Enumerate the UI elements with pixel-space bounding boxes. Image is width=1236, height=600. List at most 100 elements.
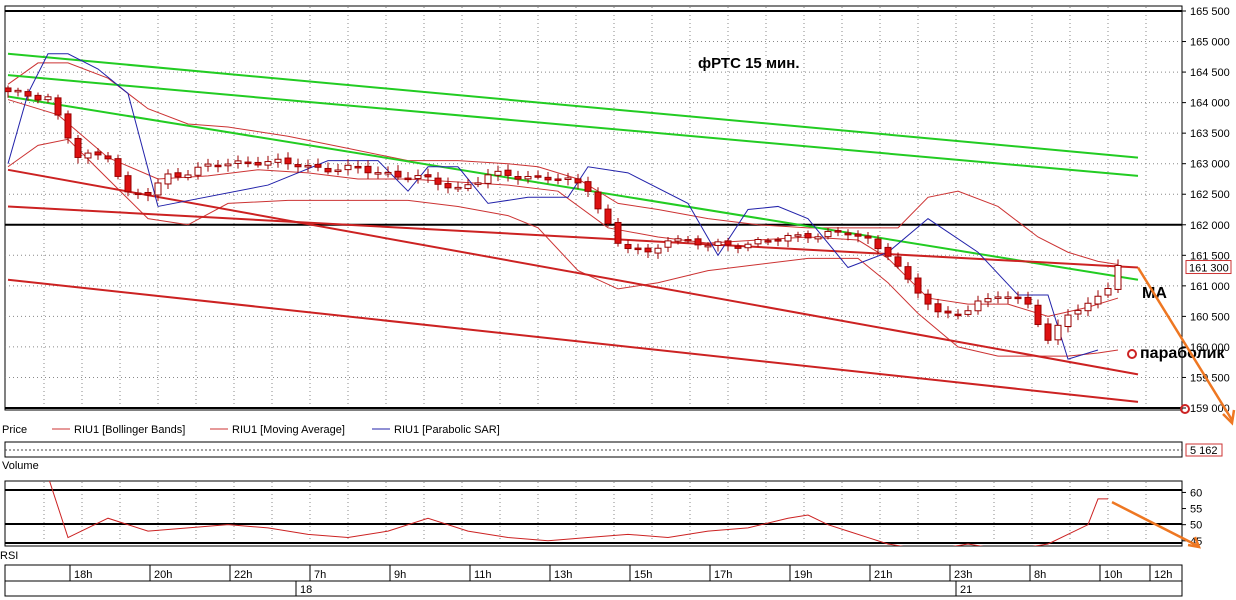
candle-down xyxy=(594,191,602,210)
candle-down xyxy=(424,174,432,178)
time-label-hour: 7h xyxy=(314,569,326,581)
price-tick-label: 164 500 xyxy=(1190,67,1230,79)
candle-down xyxy=(774,239,782,242)
candle-up xyxy=(374,172,382,175)
rsi-panel: 45505560 RSI xyxy=(0,480,1202,562)
candle-up xyxy=(1094,295,1102,305)
candle-down xyxy=(404,177,412,181)
legend: Price RIU1 [Bollinger Bands] RIU1 [Movin… xyxy=(2,424,500,436)
time-label-hour: 18h xyxy=(74,569,92,581)
legend-parabolic-sar: RIU1 [Parabolic SAR] xyxy=(394,424,500,436)
candle-down xyxy=(24,91,32,97)
price-tick-label: 163 000 xyxy=(1190,159,1230,171)
candle-up xyxy=(564,177,572,181)
candle-down xyxy=(724,240,732,246)
candle-down xyxy=(954,313,962,317)
candle-up xyxy=(454,186,462,190)
time-label-hour: 21h xyxy=(874,569,892,581)
candle-down xyxy=(284,157,292,165)
volume-panel: 5 162 Volume xyxy=(2,441,1223,472)
candle-up xyxy=(964,310,972,315)
candle-up xyxy=(994,296,1002,299)
candle-down xyxy=(114,158,122,177)
price-tick-label: 162 000 xyxy=(1190,220,1230,232)
candle-down xyxy=(934,303,942,313)
rsi-tick-label: 55 xyxy=(1190,504,1202,516)
time-label-day: 18 xyxy=(300,584,312,596)
legend-moving-average: RIU1 [Moving Average] xyxy=(232,424,345,436)
candle-down xyxy=(834,230,842,233)
time-label-hour: 20h xyxy=(154,569,172,581)
time-label-hour: 13h xyxy=(554,569,572,581)
candle-up xyxy=(984,298,992,303)
candle-down xyxy=(254,161,262,166)
chart-title: фРТС 15 мин. xyxy=(698,55,800,72)
candle-down xyxy=(624,243,632,250)
candle-up xyxy=(264,161,272,166)
trading-chart: 159 000159 500160 000160 500161 000161 5… xyxy=(0,5,1236,597)
candle-down xyxy=(514,175,522,180)
candle-up xyxy=(384,171,392,175)
candle-up xyxy=(674,238,682,242)
candle-down xyxy=(634,247,642,251)
candle-down xyxy=(904,266,912,280)
time-label-hour: 8h xyxy=(1034,569,1046,581)
candle-up xyxy=(654,247,662,254)
time-label-hour: 15h xyxy=(634,569,652,581)
rsi-tick-label: 50 xyxy=(1190,520,1202,532)
candle-down xyxy=(844,232,852,236)
candle-up xyxy=(274,158,282,163)
candle-down xyxy=(394,170,402,178)
annotation-parabolic: параболик xyxy=(1140,345,1225,362)
price-tick-label: 160 500 xyxy=(1190,311,1230,323)
candle-up xyxy=(714,241,722,246)
candle-up xyxy=(204,163,212,167)
candle-up xyxy=(464,184,472,189)
candle-down xyxy=(764,240,772,243)
candle-up xyxy=(474,182,482,185)
candle-down xyxy=(354,165,362,169)
candle-up xyxy=(164,173,172,185)
candle-down xyxy=(854,233,862,237)
candle-up xyxy=(814,236,822,240)
candle-up xyxy=(664,240,672,248)
candle-down xyxy=(534,175,542,178)
candle-down xyxy=(94,151,102,156)
candle-down xyxy=(314,163,322,168)
candle-up xyxy=(1054,324,1062,341)
candle-down xyxy=(244,161,252,165)
candle-down xyxy=(364,165,372,174)
price-tick-label: 164 000 xyxy=(1190,98,1230,110)
candle-down xyxy=(434,177,442,185)
candle-up xyxy=(14,89,22,93)
candle-down xyxy=(584,181,592,192)
rsi-label: RSI xyxy=(0,550,18,562)
candle-up xyxy=(754,239,762,245)
candle-down xyxy=(34,94,42,101)
candle-down xyxy=(554,178,562,181)
candle-down xyxy=(884,246,892,257)
time-label-hour: 9h xyxy=(394,569,406,581)
candle-down xyxy=(294,164,302,168)
candle-up xyxy=(744,243,752,249)
candle-down xyxy=(1034,304,1042,325)
candle-up xyxy=(524,175,532,180)
candle-down xyxy=(124,175,132,193)
candle-up xyxy=(1074,309,1082,315)
time-label-hour: 19h xyxy=(794,569,812,581)
candle-up xyxy=(184,174,192,179)
candle-down xyxy=(174,172,182,178)
candle-down xyxy=(134,192,142,196)
candle-down xyxy=(54,97,62,116)
time-label-day: 21 xyxy=(960,584,972,596)
candle-down xyxy=(1044,323,1052,341)
price-tick-label: 161 000 xyxy=(1190,281,1230,293)
candle-down xyxy=(444,183,452,189)
candle-up xyxy=(84,152,92,159)
candle-down xyxy=(324,167,332,173)
candle-up xyxy=(234,160,242,164)
candle-down xyxy=(74,137,82,158)
candle-down xyxy=(804,233,812,239)
candle-down xyxy=(544,176,552,181)
volume-last-value: 5 162 xyxy=(1190,445,1218,457)
